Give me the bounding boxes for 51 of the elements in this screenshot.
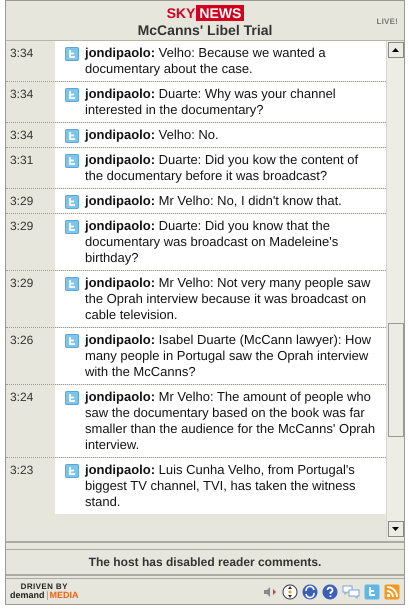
entry-time: 3:31: [9, 152, 34, 169]
down-arrow-icon: [392, 527, 399, 531]
logo-text: SKY: [166, 6, 196, 20]
twitter-icon: [65, 154, 79, 168]
scroll-up-button[interactable]: [388, 42, 404, 58]
entry-text: jondipaolo: Mr Velho: No, I didn't know that.: [85, 193, 342, 209]
entry-text: jondipaolo: Duarte: Did you know that the documentary was broadcast on Madeleine's birthday?: [85, 218, 340, 266]
twitter-icon: [65, 47, 79, 61]
up-arrow-icon: [392, 48, 399, 52]
logo-text: NEWS: [196, 5, 244, 21]
scrollbar[interactable]: [386, 41, 404, 539]
scroll-toggle-icon[interactable]: [282, 584, 298, 600]
entry-time: 3:23: [9, 462, 34, 479]
twitter-icon: [65, 88, 79, 102]
scroll-down-button[interactable]: [388, 521, 404, 537]
widget-title: McCanns' Libel Trial: [138, 21, 272, 39]
entry-text: jondipaolo: Duarte: Did you kow the content of the documentary before it was broadcast?: [85, 152, 360, 184]
refresh-icon[interactable]: [302, 584, 318, 600]
entry-time: 3:29: [9, 193, 34, 210]
help-icon[interactable]: [322, 584, 338, 600]
entry-time: 3:29: [9, 218, 34, 235]
entry-text: jondipaolo: Velho: Because we wanted a documentary about the case.: [85, 45, 327, 77]
comments-notice: The host has disabled reader comments.: [88, 554, 322, 570]
entry-text: jondipaolo: Mr Velho: Not very many people saw the Oprah interview because it was broadcast on cable television.: [85, 275, 372, 323]
entry-text: jondipaolo: Luis Cunha Velho, from Portugal's biggest TV channel, TVI, has taken the witness stand.: [85, 462, 357, 510]
speaker-icon[interactable]: [264, 586, 278, 598]
twitter-icon: [65, 464, 79, 478]
twitter-icon: [65, 334, 79, 348]
entry-time: 3:29: [9, 275, 34, 292]
entry-time: 3:24: [9, 389, 34, 406]
entry-time: 3:26: [9, 332, 34, 349]
logo-text: demand: [10, 591, 45, 600]
twitter-icon: [65, 391, 79, 405]
entry-text: jondipaolo: Isabel Duarte (McCann lawyer): How many people in Portugal saw the Oprah interview with the McCanns?: [85, 332, 372, 380]
twitter-icon: [65, 195, 79, 209]
twitter-icon: [65, 220, 79, 234]
entry-time: 3:34: [9, 86, 34, 103]
twitter-icon[interactable]: [364, 584, 380, 600]
twitter-icon: [65, 129, 79, 143]
entry-time: 3:34: [9, 127, 34, 144]
twitter-icon: [65, 277, 79, 291]
scroll-thumb[interactable]: [388, 322, 404, 436]
chat-bubbles-icon[interactable]: [342, 584, 360, 600]
live-label: LIVE!: [376, 16, 398, 28]
logo-text: DRIVEN BY: [20, 583, 68, 591]
rss-icon[interactable]: [384, 584, 400, 600]
entry-text: jondipaolo: Mr Velho: The amount of people who saw the documentary based on the book was far smaller than the audience for the McCanns' Oprah interview.: [85, 389, 376, 453]
entry-text: jondipaolo: Velho: No.: [85, 127, 219, 143]
entry-text: jondipaolo: Duarte: Why was your channel interested in the documentary?: [85, 86, 337, 118]
logo-text: MEDIA: [50, 591, 79, 600]
entry-time: 3:34: [9, 45, 34, 62]
